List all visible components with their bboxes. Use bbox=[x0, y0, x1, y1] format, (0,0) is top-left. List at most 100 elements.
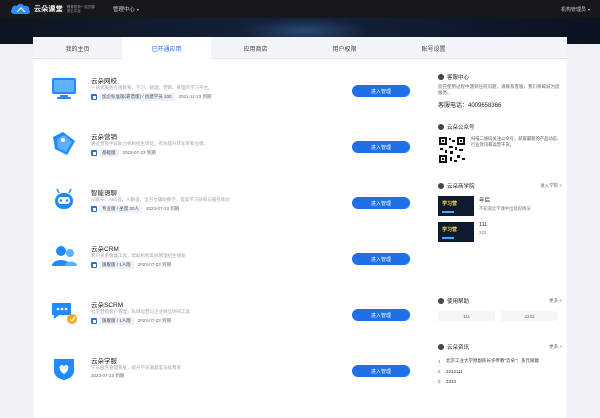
plan-icon bbox=[91, 318, 97, 324]
expire-date: 2023-07-23 到期 bbox=[137, 262, 172, 267]
brand-slogan: 教育机构一站式服务云平台 bbox=[66, 5, 95, 13]
top-menu-label: 管理中心 bbox=[112, 7, 135, 13]
app-meta: 专业版 / 坐席 20人 2023-07-23 到期 bbox=[91, 205, 179, 213]
course-title: 111 bbox=[479, 222, 488, 228]
app-desc: 一站式服务在线教育、学习、管理、营销、管理的学习平台。 bbox=[91, 85, 213, 90]
brand-name: 云朵课堂 bbox=[34, 6, 63, 13]
plan-badge: 旗舰版 / 1人版 bbox=[99, 261, 134, 269]
app-item-wangxiao: 云朵网校 一站式服务在线教育、学习、管理、营销、管理的学习平台。 加企标准版(靠… bbox=[33, 67, 413, 123]
app-name: 云朵学服 bbox=[91, 358, 117, 365]
app-meta: 旗舰版 / 1人版 2023-07-23 到期 bbox=[91, 317, 171, 325]
plan-badge: 旗舰版 / 1人版 bbox=[99, 317, 134, 325]
plan-icon bbox=[91, 262, 97, 268]
service-title: 客服中心 bbox=[438, 73, 562, 81]
tab-user-permissions[interactable]: 用户权限 bbox=[300, 37, 389, 59]
qr-code-icon bbox=[438, 136, 466, 164]
news-item[interactable]: 3 3333 bbox=[438, 376, 562, 386]
wechat-body: 扫描二维码关注公众号，获取最新的产品动态、行业资讯和运营干货。 bbox=[438, 136, 562, 164]
course-subtitle: 222 bbox=[479, 230, 487, 235]
course-item[interactable]: 学习营 111 222 bbox=[438, 222, 562, 242]
tab-app-store[interactable]: 应用商店 bbox=[211, 37, 300, 59]
expire-date: 2023-07-23 到期 bbox=[122, 150, 156, 155]
brand-logo[interactable]: 云朵课堂 教育机构一站式服务云平台 bbox=[10, 3, 97, 15]
main-card: 我的主页 已开通应用 应用商店 用户权限 账号设置 云朵网校 一站式服务在线教育… bbox=[33, 37, 567, 418]
app-item-yingxiao: 云朵营销 通过营销手段助力机构招生转化，有效提升转化率和业绩。 基础版 2023… bbox=[33, 123, 413, 179]
tab-account-settings[interactable]: 账号设置 bbox=[389, 37, 478, 59]
course-thumbnail: 学习营 bbox=[438, 222, 474, 242]
robot-icon bbox=[49, 185, 79, 215]
app-name: 智能语聊 bbox=[91, 190, 117, 197]
news-item[interactable]: 2 2222111 bbox=[438, 366, 562, 376]
app-meta: 旗舰版 / 1人版 2023-07-23 到期 bbox=[91, 261, 171, 269]
service-section: 客服中心 您在使用过程中遇到任何问题，请联系客服，我们将竭诚为您服务。 客服电话… bbox=[438, 73, 562, 109]
help-section: 使用帮助 更多 > 111 2222 bbox=[438, 297, 562, 321]
course-thumbnail: 学习营 bbox=[438, 196, 474, 216]
plan-icon bbox=[91, 206, 97, 212]
help-item[interactable]: 2222 bbox=[501, 311, 558, 321]
enter-management-button[interactable]: 进入管理 bbox=[352, 197, 410, 209]
graduation-cap-icon bbox=[438, 183, 444, 189]
tab-opened-apps[interactable]: 已开通应用 bbox=[122, 37, 211, 60]
user-label: 机构管理员 bbox=[560, 7, 586, 13]
plan-badge: 加企标准版(靠谱版) / 创建学员 100 bbox=[99, 93, 175, 101]
app-item-scrm: 云朵SCRM 社交营销客户管理，私域运营与企业微信协同工具 旗舰版 / 1人版 … bbox=[33, 291, 413, 347]
tab-bar: 我的主页 已开通应用 应用商店 用户权限 账号设置 bbox=[33, 37, 567, 60]
wechat-icon bbox=[438, 124, 444, 130]
expire-date: 2023-07-23 到期 bbox=[91, 373, 125, 378]
user-menu[interactable]: 机构管理员 ▾ bbox=[561, 6, 590, 13]
help-item[interactable]: 111 bbox=[438, 311, 495, 321]
service-hotline[interactable]: 客服电话：4009658366 bbox=[438, 100, 562, 109]
wechat-title: 云朵公众号 bbox=[438, 123, 562, 131]
app-desc: AI聊天、AI问答、AI解答、全方位辅助教学，提高学习效率与服务体验 bbox=[91, 197, 230, 202]
enter-management-button[interactable]: 进入管理 bbox=[352, 365, 410, 377]
top-bar: 云朵课堂 教育机构一站式服务云平台 管理中心 ▾ 机构管理员 ▾ bbox=[0, 0, 600, 18]
course-subtitle: 不知道云学课中出现的情况 bbox=[479, 206, 531, 211]
plan-badge: 专业版 / 坐席 20人 bbox=[99, 205, 143, 213]
app-meta: 2023-07-23 到期 bbox=[91, 373, 124, 379]
tag-icon bbox=[49, 129, 79, 159]
app-name: 云朵CRM bbox=[91, 246, 119, 253]
expire-date: 2023-07-23 到期 bbox=[146, 206, 180, 211]
plan-badge: 基础版 bbox=[99, 149, 119, 157]
enter-management-button[interactable]: 进入管理 bbox=[352, 141, 410, 153]
app-desc: 客户关系管理工具，帮助机构高效管理招生线索 bbox=[91, 253, 186, 258]
users-icon bbox=[49, 241, 79, 271]
top-menu-dropdown[interactable]: 管理中心 ▾ bbox=[112, 5, 139, 14]
app-desc: 通过营销手段助力机构招生转化，有效提升转化率和业绩。 bbox=[91, 141, 208, 146]
tab-home[interactable]: 我的主页 bbox=[33, 37, 122, 59]
help-icon bbox=[438, 298, 444, 304]
plan-icon bbox=[91, 94, 97, 100]
app-name: 云朵网校 bbox=[91, 78, 117, 85]
news-list: 1 北京工业大学原副校长许传教“云朵”：多元赋能 2 2222111 3 333… bbox=[438, 356, 562, 386]
heart-shield-icon bbox=[49, 353, 79, 383]
help-more-link[interactable]: 更多 > bbox=[549, 298, 562, 304]
course-item[interactable]: 学习营 年后 不知道云学课中出现的情况 bbox=[438, 196, 562, 216]
news-icon bbox=[438, 344, 444, 350]
academy-section: 云朵商学院 进入学院 > 学习营 年后 不知道云学课中出现的情况 学习营 111 bbox=[438, 182, 562, 242]
expire-date: 2023-07-23 到期 bbox=[137, 318, 172, 323]
enter-management-button[interactable]: 进入管理 bbox=[352, 253, 410, 265]
news-more-link[interactable]: 更多 > bbox=[549, 344, 562, 350]
course-title: 年后 bbox=[479, 198, 491, 204]
service-text: 您在使用过程中遇到任何问题，请联系客服，我们将竭诚为您服务。 bbox=[438, 84, 560, 95]
help-items: 111 2222 bbox=[438, 311, 562, 321]
news-item[interactable]: 1 北京工业大学原副校长许传教“云朵”：多元赋能 bbox=[438, 356, 562, 366]
wechat-text: 扫描二维码关注公众号，获取最新的产品动态、行业资讯和运营干货。 bbox=[471, 136, 562, 147]
expire-date: 2021-11-23 到期 bbox=[178, 94, 212, 99]
app-desc: 社交营销客户管理，私域运营与企业微信协同工具 bbox=[91, 309, 190, 314]
academy-title: 云朵商学院 进入学院 > bbox=[438, 182, 562, 190]
enter-management-button[interactable]: 进入管理 bbox=[352, 309, 410, 321]
app-item-yuliao: 智能语聊 AI聊天、AI问答、AI解答、全方位辅助教学，提高学习效率与服务体验 … bbox=[33, 179, 413, 235]
help-title: 使用帮助 更多 > bbox=[438, 297, 562, 305]
news-section: 云朵资讯 更多 > 1 北京工业大学原副校长许传教“云朵”：多元赋能 2 222… bbox=[438, 343, 562, 386]
headset-icon bbox=[438, 74, 444, 80]
enter-management-button[interactable]: 进入管理 bbox=[352, 85, 410, 97]
cloud-logo-icon bbox=[10, 3, 32, 15]
academy-more-link[interactable]: 进入学院 > bbox=[540, 183, 562, 189]
app-item-crm: 云朵CRM 客户关系管理工具，帮助机构高效管理招生线索 旗舰版 / 1人版 20… bbox=[33, 235, 413, 291]
app-meta: 加企标准版(靠谱版) / 创建学员 100 2021-11-23 到期 bbox=[91, 93, 211, 101]
chat-icon bbox=[49, 297, 79, 327]
news-title: 云朵资讯 更多 > bbox=[438, 343, 562, 351]
app-item-xuefu: 云朵学服 学员服务管理系统，提升学员满意度与续费率 2023-07-23 到期 … bbox=[33, 347, 413, 403]
app-name: 云朵SCRM bbox=[91, 302, 124, 309]
